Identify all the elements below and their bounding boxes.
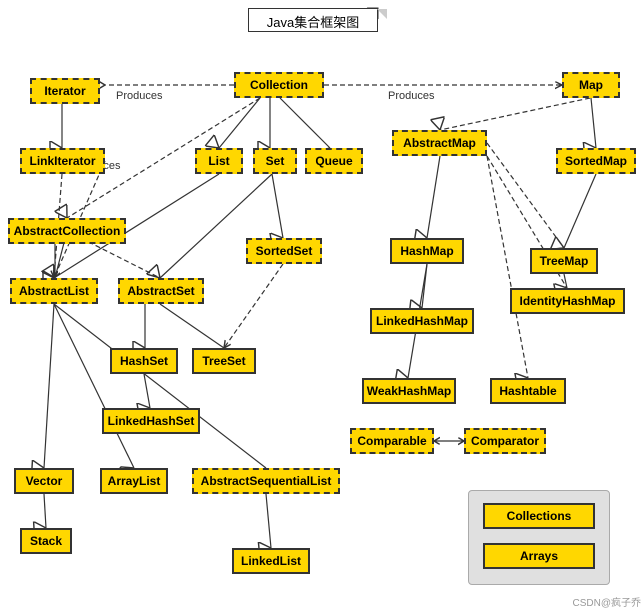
treeset-node: TreeSet bbox=[192, 348, 256, 374]
iterator-node: Iterator bbox=[30, 78, 100, 104]
arrays-node: Arrays bbox=[483, 543, 595, 569]
hashmap-node: HashMap bbox=[390, 238, 464, 264]
linkedhashset-node: LinkedHashSet bbox=[102, 408, 200, 434]
treemap-node: TreeMap bbox=[530, 248, 598, 274]
queue-node: Queue bbox=[305, 148, 363, 174]
abstractsequentiallist-node: AbstractSequentialList bbox=[192, 468, 340, 494]
list-node: List bbox=[195, 148, 243, 174]
hashset-node: HashSet bbox=[110, 348, 178, 374]
arraylist-node: ArrayList bbox=[100, 468, 168, 494]
abstractlist-node: AbstractList bbox=[10, 278, 98, 304]
comparator-node: Comparator bbox=[464, 428, 546, 454]
produces-label-2: Produces bbox=[388, 90, 434, 102]
watermark: CSDN@疯子乔 bbox=[573, 594, 642, 609]
set-node: Set bbox=[253, 148, 297, 174]
title-node: Java集合框架图 bbox=[248, 8, 378, 32]
vector-node: Vector bbox=[14, 468, 74, 494]
diagram-container: Java集合框架图 Produces Produces Produces Col… bbox=[0, 0, 643, 611]
collections-node: Collections bbox=[483, 503, 595, 529]
legend-box: Collections Arrays bbox=[468, 490, 610, 585]
sortedset-node: SortedSet bbox=[246, 238, 322, 264]
linkiterator-node: LinkIterator bbox=[20, 148, 105, 174]
linkedhashmap-node: LinkedHashMap bbox=[370, 308, 474, 334]
identityhashmap-node: IdentityHashMap bbox=[510, 288, 625, 314]
linkedlist-node: LinkedList bbox=[232, 548, 310, 574]
abstractcollection-node: AbstractCollection bbox=[8, 218, 126, 244]
sortedmap-node: SortedMap bbox=[556, 148, 636, 174]
produces-label-1: Produces bbox=[116, 90, 162, 102]
abstractmap-node: AbstractMap bbox=[392, 130, 487, 156]
stack-node: Stack bbox=[20, 528, 72, 554]
comparable-node: Comparable bbox=[350, 428, 434, 454]
hashtable-node: Hashtable bbox=[490, 378, 566, 404]
abstractset-node: AbstractSet bbox=[118, 278, 204, 304]
weakhashmap-node: WeakHashMap bbox=[362, 378, 456, 404]
map-node: Map bbox=[562, 72, 620, 98]
collection-node: Collection bbox=[234, 72, 324, 98]
